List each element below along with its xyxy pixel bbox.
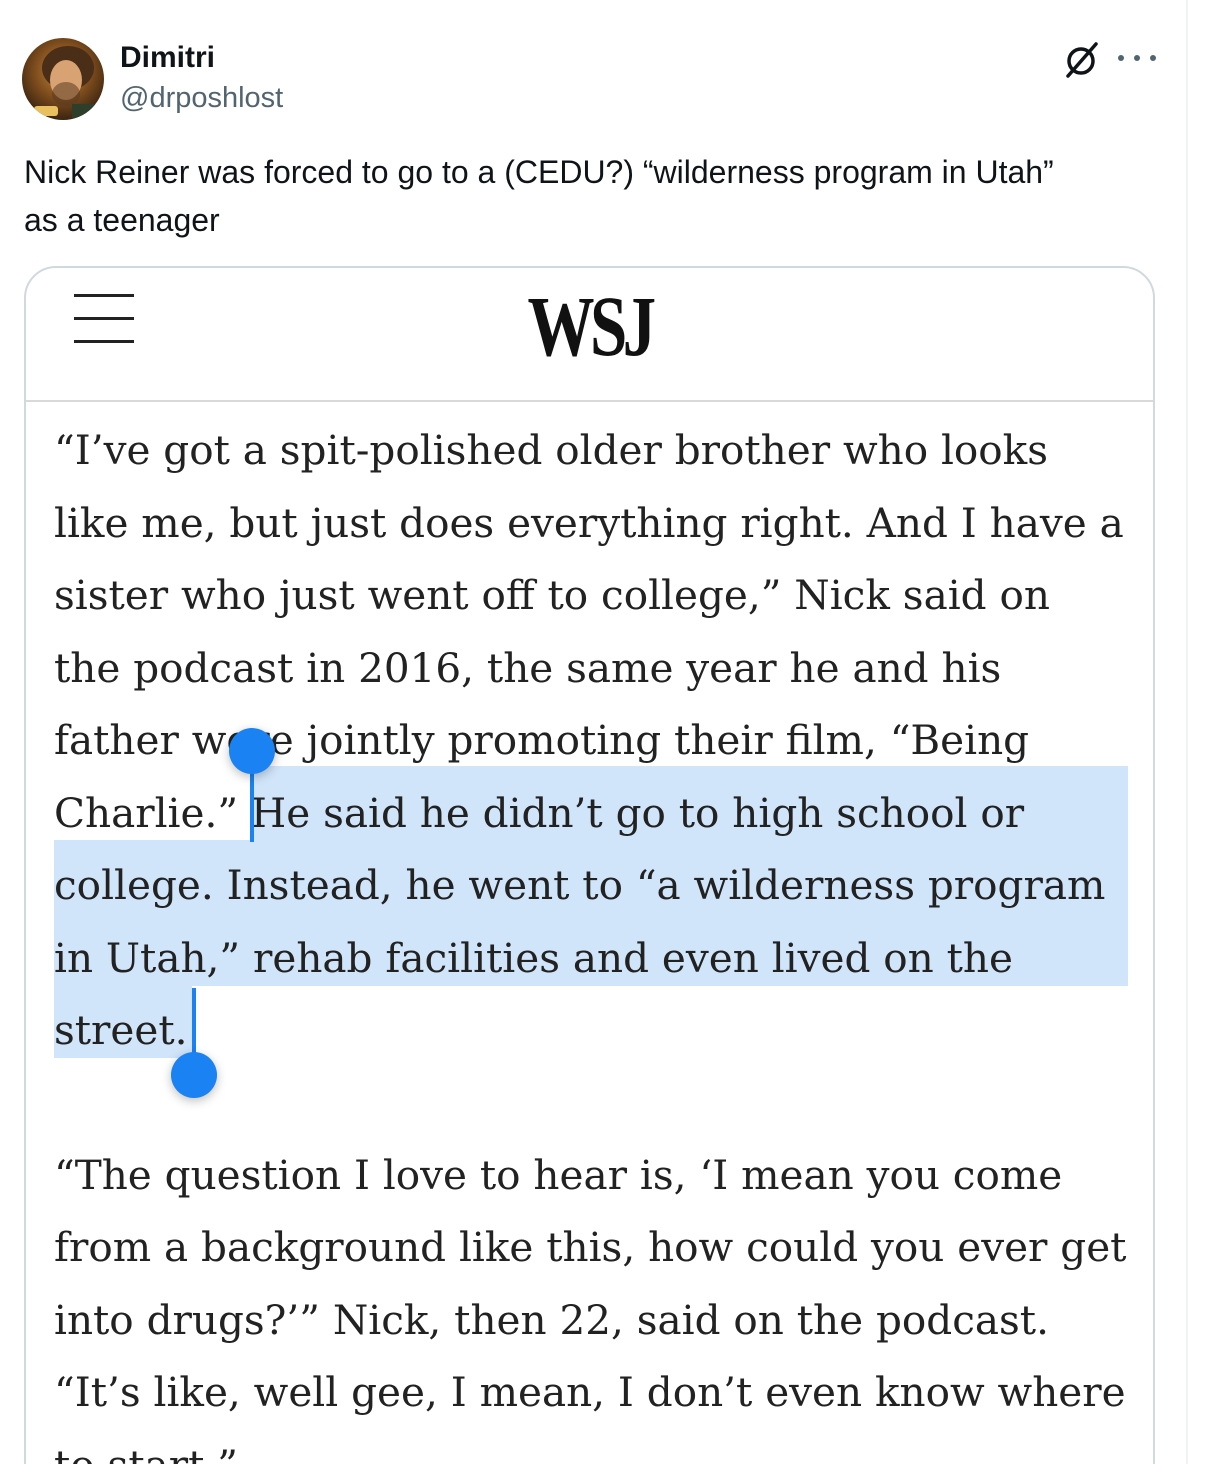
article-line: Charlie.” He said he didn’t go to high s…: [54, 788, 1025, 837]
tweet-text-line: Nick Reiner was forced to go to a (CEDU?…: [24, 154, 1054, 190]
article-line: college. Instead, he went to “a wilderne…: [54, 861, 1106, 909]
article-line: “It’s like, well gee, I mean, I don’t ev…: [54, 1368, 1126, 1416]
selection-start-handle[interactable]: [229, 728, 275, 774]
wsj-header: WSJ: [26, 268, 1153, 402]
selection-end-handle[interactable]: [171, 1052, 217, 1098]
author-handle[interactable]: @drposhlost: [120, 80, 283, 116]
wsj-logo: WSJ: [527, 278, 657, 374]
article-line: street.: [54, 1006, 188, 1054]
article-line: in Utah,” rehab facilities and even live…: [54, 933, 1013, 982]
hamburger-menu-icon: [74, 294, 134, 344]
tweet-media-image[interactable]: WSJ “I’ve got a spit-polished older brot…: [24, 266, 1155, 1464]
article-line: into drugs?’” Nick, then 22, said on the…: [54, 1295, 1049, 1344]
article-line: to start.”: [54, 1429, 1144, 1464]
more-dot: [1118, 55, 1124, 61]
article-line: from a background like this, how could y…: [54, 1223, 1127, 1271]
article-line: the podcast in 2016, the same year he an…: [54, 643, 1002, 692]
article-line: “I’ve got a spit-polished older brother …: [54, 426, 1048, 474]
tweet-text: Nick Reiner was forced to go to a (CEDU?…: [24, 148, 1164, 244]
author-name[interactable]: Dimitri: [120, 40, 215, 76]
article-body: “I’ve got a spit-polished older brother …: [54, 414, 1144, 1464]
article-line: “The question I love to hear is, ‘I mean…: [54, 1150, 1063, 1199]
article-line: sister who just went off to college,” Ni…: [54, 571, 1050, 619]
timeline-divider: [1186, 0, 1188, 1464]
more-dot: [1134, 55, 1140, 61]
avatar[interactable]: [22, 38, 104, 120]
article-line: father were jointly promoting their film…: [54, 716, 1030, 764]
tweet-text-line: as a teenager: [24, 202, 220, 238]
article-line: like me, but just does everything right.…: [54, 498, 1124, 547]
more-dot: [1150, 55, 1156, 61]
selection-end-line: [192, 988, 196, 1060]
grok-icon[interactable]: [1062, 40, 1102, 80]
more-icon[interactable]: [1118, 44, 1156, 72]
